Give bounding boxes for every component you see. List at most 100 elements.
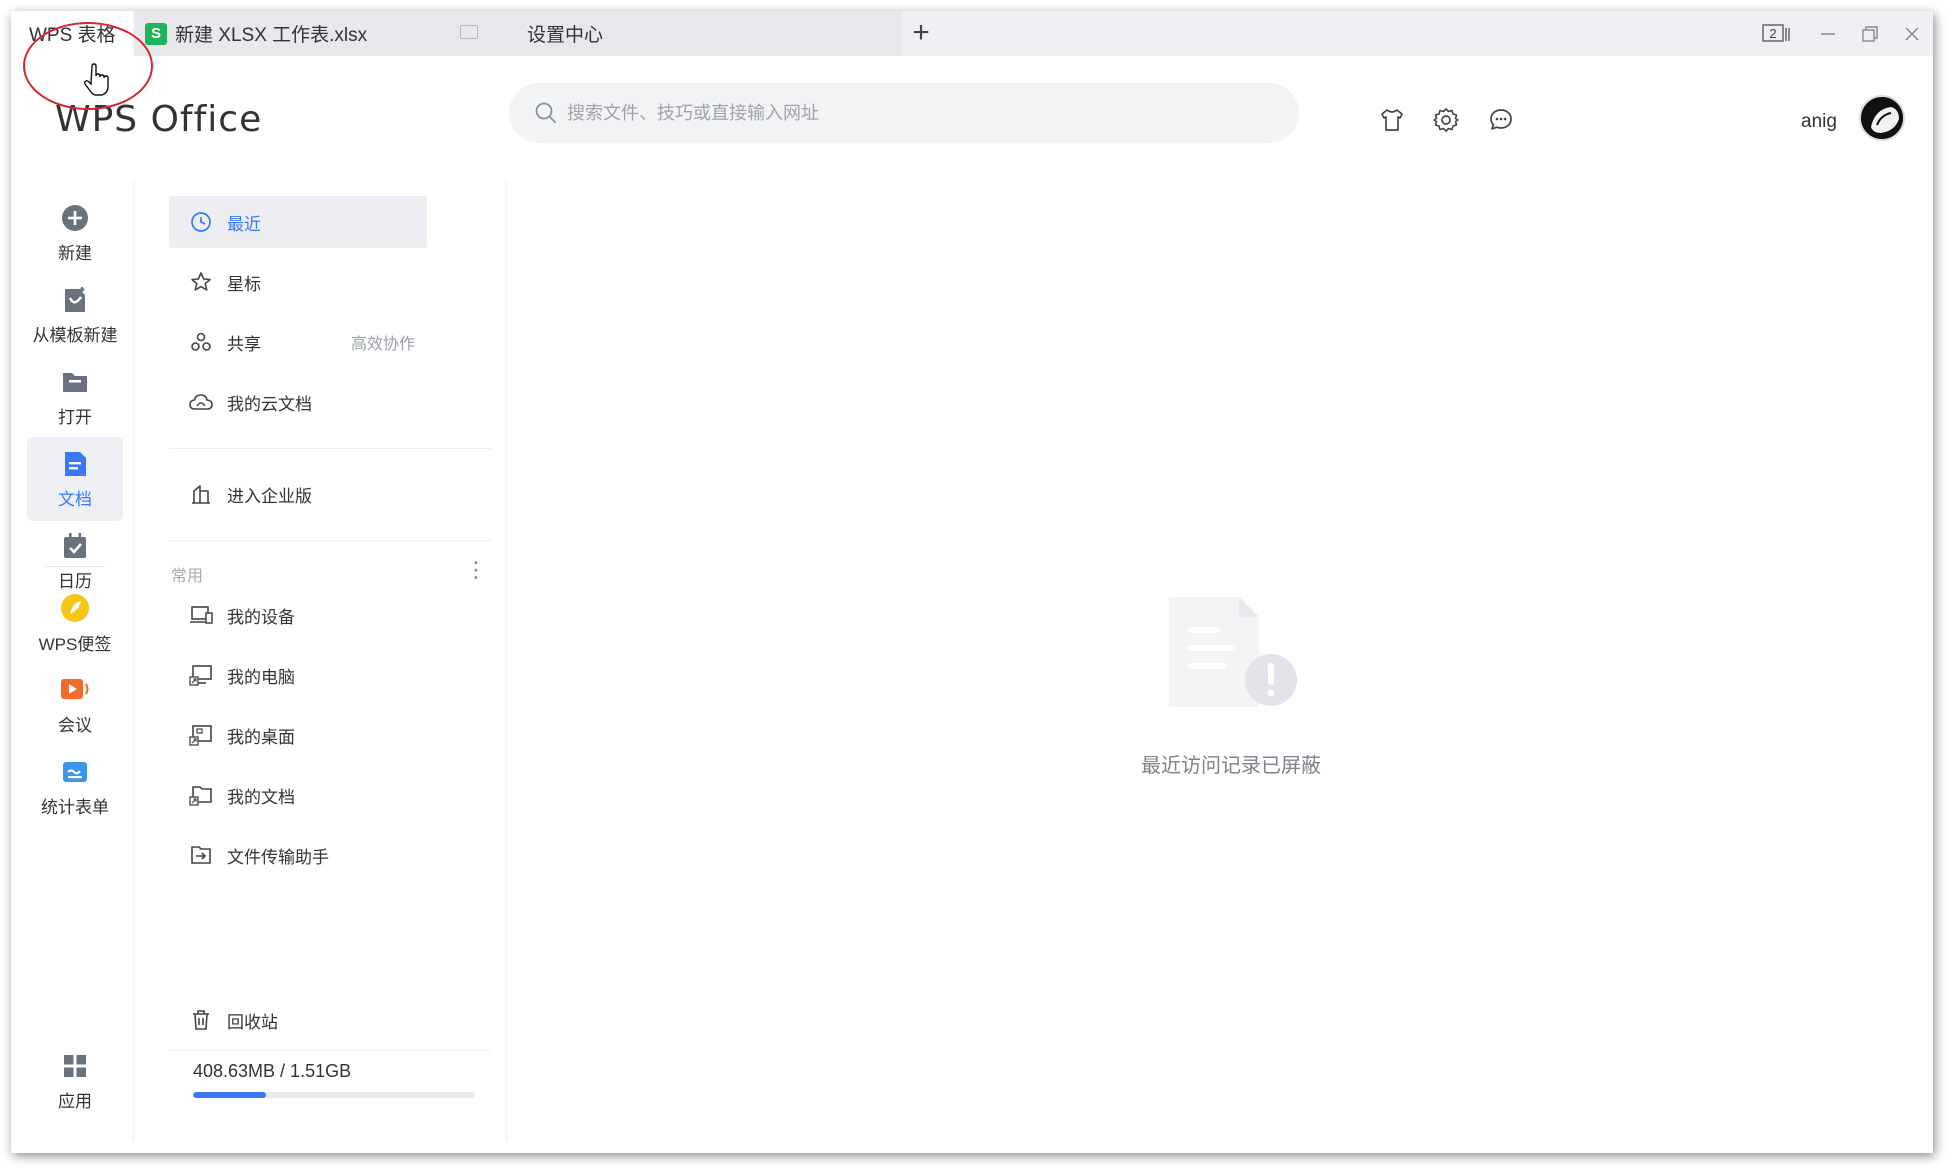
form-icon (63, 761, 87, 782)
share-icon (191, 332, 211, 351)
note-icon (61, 593, 89, 622)
search-input[interactable] (567, 102, 1247, 124)
gear-icon (1433, 108, 1459, 132)
left-rail: 新建 从模板新建 打开 文档 日历 WPS便签 会议 统计表单 应用 (11, 181, 134, 1141)
device-icon (190, 606, 213, 624)
storage-usage-text: 408.63MB / 1.51GB (193, 1061, 352, 1081)
desktop-shortcut-icon (189, 725, 212, 746)
spreadsheet-icon: S (145, 22, 167, 45)
nav-divider (169, 448, 491, 449)
nav-label: 我的设备 (227, 607, 295, 627)
device-icon[interactable] (460, 25, 478, 39)
rail-wps-note[interactable]: WPS便签 (27, 581, 123, 665)
rail-open[interactable]: 打开 (27, 355, 123, 439)
plus-circle-icon (62, 204, 88, 231)
feedback-button[interactable] (1487, 106, 1515, 134)
close-icon (1905, 26, 1919, 41)
window-switch-button[interactable]: 2 (1747, 11, 1807, 56)
username-label[interactable]: anig (1801, 111, 1837, 133)
folder-icon (63, 372, 87, 392)
nav-label: 我的云文档 (227, 394, 312, 414)
rail-label: 统计表单 (41, 797, 109, 817)
nav-divider (169, 540, 491, 541)
app-window: WPS 表格 S 新建 XLSX 工作表.xlsx 设置中心 + 2 WPS O… (11, 11, 1933, 1153)
nav-label: 最近 (227, 214, 261, 234)
file-transfer-icon (191, 846, 211, 864)
rail-meeting[interactable]: 会议 (27, 663, 123, 747)
rail-from-template[interactable]: 从模板新建 (27, 273, 123, 357)
star-icon (191, 272, 211, 291)
tab-xlsx-file[interactable]: S 新建 XLSX 工作表.xlsx (135, 11, 518, 56)
panel-divider (506, 181, 507, 1141)
nav-trash[interactable]: 回收站 (169, 994, 427, 1046)
shirt-icon (1381, 109, 1403, 131)
nav-cloud-docs[interactable]: 我的云文档 (169, 376, 427, 428)
rail-label: 打开 (58, 407, 92, 427)
rail-label: 会议 (58, 715, 92, 735)
more-options-icon[interactable]: ⋮ (465, 557, 487, 583)
close-window-button[interactable] (1891, 11, 1933, 56)
nav-divider (169, 1050, 491, 1051)
nav-label: 共享 (227, 334, 261, 354)
nav-label: 我的桌面 (227, 727, 295, 747)
svg-text:2: 2 (1769, 26, 1776, 41)
tab-settings-center[interactable]: 设置中心 (511, 11, 901, 56)
nav-label: 进入企业版 (227, 486, 312, 506)
rail-label: 新建 (58, 243, 92, 263)
trash-icon (193, 1010, 209, 1030)
tab-label: WPS 表格 (29, 25, 116, 46)
calendar-icon (64, 532, 86, 558)
nav-my-documents[interactable]: 我的文档 (169, 769, 427, 821)
rail-label: WPS便签 (38, 634, 112, 654)
search-box[interactable] (509, 83, 1299, 143)
nav-my-desktop[interactable]: 我的桌面 (169, 709, 427, 761)
window-count-icon: 2 (1762, 23, 1790, 42)
section-title-common: 常用 (171, 568, 204, 585)
tab-label: 新建 XLSX 工作表.xlsx (175, 25, 368, 46)
nav-my-device[interactable]: 我的设备 (169, 589, 427, 641)
document-icon (65, 451, 86, 476)
avatar[interactable] (1859, 95, 1905, 141)
document-nav-panel: 最近 星标 共享 高效协作 我的云文档 进入企业版 常用 ⋮ 我的设备 我的电脑… (135, 181, 491, 1141)
nav-recent[interactable]: 最近 (169, 196, 427, 248)
rail-label: 文档 (58, 489, 92, 509)
rail-stat-form[interactable]: 统计表单 (27, 745, 123, 829)
nav-file-transfer[interactable]: 文件传输助手 (169, 829, 427, 881)
cloud-icon (189, 394, 213, 410)
building-icon (192, 485, 210, 504)
rail-new[interactable]: 新建 (27, 191, 123, 275)
meeting-icon (61, 678, 89, 699)
new-tab-button[interactable]: + (906, 18, 936, 49)
rail-apps[interactable]: 应用 (27, 1039, 123, 1123)
restore-button[interactable] (1849, 11, 1891, 56)
nav-label: 我的电脑 (227, 667, 295, 687)
settings-button[interactable] (1432, 106, 1460, 134)
search-icon (535, 102, 556, 123)
rail-documents[interactable]: 文档 (27, 437, 123, 521)
hand-cursor-icon (83, 63, 109, 96)
storage-usage-bar (193, 1092, 475, 1098)
nav-shared[interactable]: 共享 高效协作 (169, 316, 427, 368)
storage-usage-fill (193, 1092, 267, 1098)
apps-icon (64, 1054, 86, 1077)
chat-bubble-icon (1490, 109, 1512, 130)
computer-shortcut-icon (189, 665, 212, 686)
nav-enterprise[interactable]: 进入企业版 (169, 468, 427, 520)
nav-hint: 高效协作 (350, 336, 415, 353)
rail-divider (45, 566, 105, 567)
tab-bar: WPS 表格 S 新建 XLSX 工作表.xlsx 设置中心 + 2 (11, 11, 1933, 56)
tab-label: 设置中心 (527, 25, 604, 46)
window-controls: 2 (1747, 11, 1933, 56)
empty-state-message: 最近访问记录已屏蔽 (1141, 755, 1321, 777)
avatar-image (1861, 97, 1903, 139)
documents-shortcut-icon (189, 786, 212, 806)
nav-my-computer[interactable]: 我的电脑 (169, 649, 427, 701)
nav-label: 回收站 (227, 1012, 278, 1032)
nav-starred[interactable]: 星标 (169, 256, 427, 308)
clock-icon (191, 212, 211, 232)
tab-wps-home[interactable]: WPS 表格 (11, 11, 133, 56)
minimize-icon (1821, 32, 1835, 35)
template-icon (65, 286, 85, 312)
skin-button[interactable] (1378, 106, 1406, 134)
minimize-button[interactable] (1807, 11, 1849, 56)
